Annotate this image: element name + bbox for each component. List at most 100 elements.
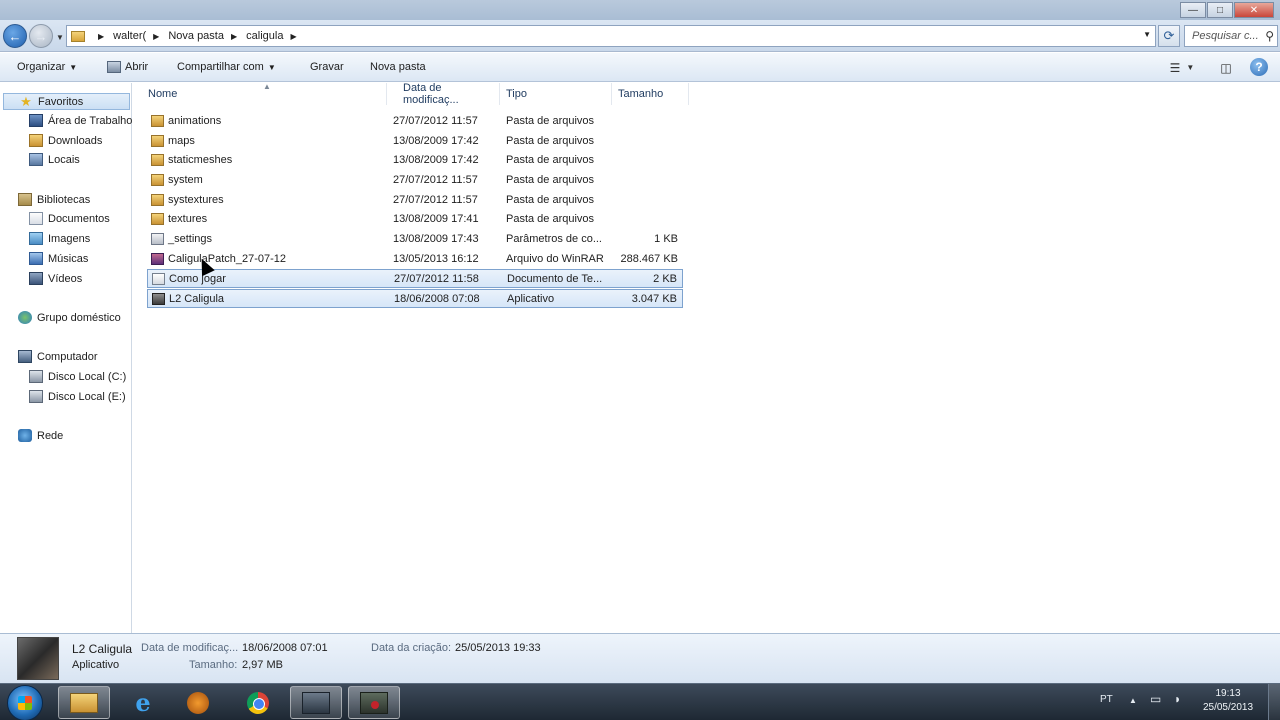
show-hidden-icons-icon[interactable]: ▲	[1129, 696, 1137, 705]
desktop-icon	[29, 114, 43, 127]
downloads-icon	[29, 134, 43, 147]
change-view-button[interactable]: ☰ ▼	[1165, 59, 1199, 76]
recent-pages-dropdown[interactable]: ▼	[56, 33, 64, 42]
details-modified-value: 18/06/2008 07:01	[242, 642, 328, 654]
search-input[interactable]: Pesquisar c... ⚲	[1184, 25, 1278, 47]
sidebar-item-label: Área de Trabalho	[48, 114, 133, 127]
sidebar-item-libraries[interactable]: Bibliotecas	[18, 191, 90, 208]
organize-label: Organizar	[17, 61, 66, 73]
maximize-button[interactable]: □	[1207, 2, 1233, 18]
sidebar-item-computer[interactable]: Computador	[18, 348, 98, 365]
taskbar-chrome-button[interactable]	[232, 686, 284, 719]
file-row[interactable]: _settings 13/08/2009 17:43 Parâmetros de…	[147, 230, 683, 249]
file-row[interactable]: L2 Caligula 18/06/2008 07:08 Aplicativo …	[147, 289, 683, 308]
sidebar-item-documents[interactable]: Documentos	[29, 210, 110, 227]
burn-button[interactable]: Gravar	[310, 61, 344, 73]
file-size: 288.467 KB	[620, 253, 679, 265]
taskbar-explorer-button[interactable]	[58, 686, 110, 719]
minimize-button[interactable]: —	[1180, 2, 1206, 18]
file-name: systextures	[168, 194, 224, 206]
sidebar-item-homegroup[interactable]: Grupo doméstico	[18, 309, 121, 326]
column-header-size[interactable]: Tamanho	[613, 83, 689, 105]
file-row[interactable]: maps 13/08/2009 17:42 Pasta de arquivos	[147, 132, 683, 151]
back-button[interactable]: ←	[3, 24, 27, 48]
taskbar-recorder-button[interactable]	[348, 686, 400, 719]
preview-pane-button[interactable]: ◫	[1216, 59, 1236, 76]
address-history-dropdown[interactable]: ▼	[1143, 30, 1151, 39]
search-icon[interactable]: ⚲	[1265, 29, 1274, 43]
media-player-icon	[187, 691, 209, 714]
file-row[interactable]: system 27/07/2012 11:57 Pasta de arquivo…	[147, 171, 683, 190]
forward-button[interactable]: →	[29, 24, 53, 48]
file-row[interactable]: Como jogar 27/07/2012 11:58 Documento de…	[147, 269, 683, 288]
sidebar-item-music[interactable]: Músicas	[29, 250, 88, 267]
language-indicator[interactable]: PT	[1100, 694, 1113, 705]
application-icon	[302, 691, 330, 714]
breadcrumb-separator-icon[interactable]: ▶	[153, 32, 159, 41]
file-name: maps	[168, 135, 195, 147]
file-date: 27/07/2012 11:57	[393, 174, 478, 186]
file-type: Pasta de arquivos	[506, 115, 595, 127]
disk-icon	[29, 390, 43, 403]
taskbar-media-player-button[interactable]	[172, 686, 224, 719]
file-row[interactable]: CaligulaPatch_27-07-12 13/05/2013 16:12 …	[147, 250, 683, 269]
chrome-icon	[247, 691, 269, 714]
sidebar-item-disk-e[interactable]: Disco Local (E:)	[29, 388, 126, 405]
share-button[interactable]: Compartilhar com ▼	[177, 61, 276, 73]
help-icon[interactable]: ?	[1250, 58, 1268, 76]
refresh-button[interactable]: ⟳	[1158, 25, 1180, 47]
sidebar-item-recent-places[interactable]: Locais	[29, 151, 80, 168]
breadcrumb-item-walter[interactable]: walter(	[113, 30, 146, 42]
file-name: textures	[168, 213, 208, 225]
file-list: Nome ▲ Data de modificaç... Tipo Tamanho…	[133, 82, 1280, 633]
file-thumbnail	[17, 637, 59, 680]
close-button[interactable]: ✕	[1234, 2, 1274, 18]
breadcrumb-separator-icon[interactable]: ▶	[231, 32, 237, 41]
details-created-label: Data da criação:	[371, 642, 452, 654]
sidebar-item-network[interactable]: Rede	[18, 427, 63, 444]
address-bar[interactable]: ▶ walter( ▶ Nova pasta ▶ caligula ▶ ▼	[66, 25, 1156, 47]
file-row[interactable]: staticmeshes 13/08/2009 17:42 Pasta de a…	[147, 151, 683, 170]
winrar-archive-icon	[151, 253, 164, 265]
file-date: 18/06/2008 07:08	[394, 293, 480, 305]
taskbar-ie-button[interactable]: e	[117, 686, 169, 719]
breadcrumb-separator-icon[interactable]: ▶	[98, 32, 104, 41]
preview-pane-icon: ◫	[1220, 60, 1232, 75]
organize-button[interactable]: Organizar ▼	[17, 61, 77, 73]
start-button[interactable]	[7, 685, 43, 720]
disk-icon	[29, 370, 43, 383]
windows-explorer-icon	[70, 692, 98, 713]
open-button[interactable]: Abrir	[107, 61, 148, 73]
sidebar-item-videos[interactable]: Vídeos	[29, 270, 82, 287]
breadcrumb-item-nova-pasta[interactable]: Nova pasta	[168, 30, 224, 42]
new-folder-button[interactable]: Nova pasta	[370, 61, 426, 73]
file-row[interactable]: systextures 27/07/2012 11:57 Pasta de ar…	[147, 191, 683, 210]
file-row[interactable]: animations 27/07/2012 11:57 Pasta de arq…	[147, 112, 683, 131]
volume-icon[interactable]: ◗	[1174, 692, 1181, 706]
show-desktop-button[interactable]	[1268, 684, 1280, 720]
taskbar-app-button[interactable]	[290, 686, 342, 719]
sidebar-item-desktop[interactable]: Área de Trabalho	[29, 112, 132, 129]
sort-ascending-icon: ▲	[263, 82, 271, 91]
sidebar-item-downloads[interactable]: Downloads	[29, 132, 102, 149]
sidebar-item-favorites[interactable]: ★ Favoritos	[3, 93, 130, 110]
sidebar-item-pictures[interactable]: Imagens	[29, 230, 90, 247]
system-clock[interactable]: 19:13 25/05/2013	[1196, 687, 1260, 715]
navigation-pane: ★ Favoritos Área de Trabalho Downloads L…	[0, 83, 132, 633]
sidebar-item-label: Computador	[37, 350, 98, 363]
network-tray-icon[interactable]: ▭	[1150, 692, 1161, 706]
column-header-date[interactable]: Data de modificaç...	[388, 82, 500, 106]
breadcrumb: ▶ walter( ▶ Nova pasta ▶ caligula ▶	[91, 30, 306, 42]
file-row[interactable]: textures 13/08/2009 17:41 Pasta de arqui…	[147, 210, 683, 229]
breadcrumb-item-caligula[interactable]: caligula	[246, 30, 283, 42]
breadcrumb-separator-icon[interactable]: ▶	[290, 32, 296, 41]
sidebar-item-disk-c[interactable]: Disco Local (C:)	[29, 368, 126, 385]
file-name: CaligulaPatch_27-07-12	[168, 253, 287, 265]
open-icon	[107, 61, 121, 73]
column-header-name[interactable]: Nome ▲	[133, 82, 387, 105]
libraries-icon	[18, 193, 32, 206]
text-document-icon	[152, 273, 165, 285]
window-title-bar: — □ ✕	[0, 0, 1280, 20]
share-label: Compartilhar com	[177, 61, 264, 73]
column-header-type[interactable]: Tipo	[501, 83, 612, 105]
